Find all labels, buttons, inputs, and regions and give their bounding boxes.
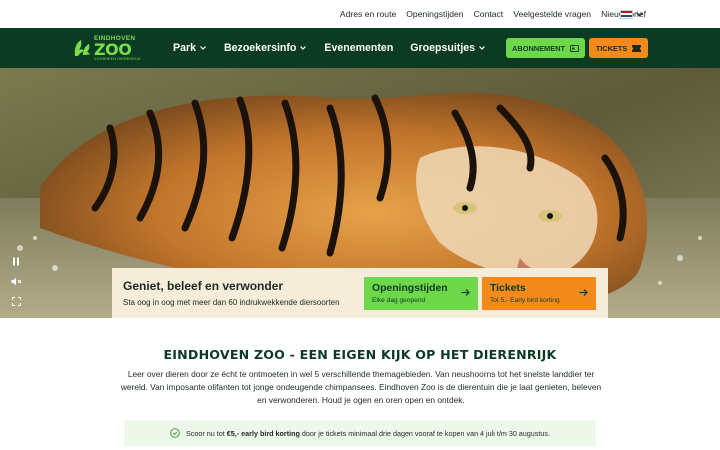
- promo-banner: Scoor nu tot €5,- early bird korting doo…: [124, 420, 596, 446]
- hero-tickets-button[interactable]: Tickets Tot 5,- Early bird korting: [482, 277, 596, 310]
- chevron-down-icon: [636, 11, 643, 17]
- opening-hours-button[interactable]: Openingstijden Elke dag geopend: [364, 277, 478, 310]
- nav-item-label: Park: [173, 42, 196, 54]
- hero-tickets-title: Tickets: [490, 283, 526, 294]
- tickets-button-label: TICKETS: [595, 43, 628, 53]
- arrow-right-icon: [579, 289, 588, 296]
- page-headline: EINDHOVEN ZOO - EEN EIGEN KIJK OP HET DI…: [163, 347, 557, 362]
- promo-text-pre: Scoor nu tot: [186, 428, 227, 438]
- nav-item-events[interactable]: Evenementen: [324, 42, 393, 54]
- language-selector[interactable]: [620, 9, 644, 19]
- membership-card-icon: [569, 44, 579, 52]
- chevron-down-icon: [300, 46, 307, 50]
- hero-card-title: Geniet, beleef en verwonder: [123, 279, 284, 293]
- pause-icon[interactable]: [9, 254, 23, 268]
- intro-paragraph: Leer over dieren door ze écht te ontmoet…: [120, 369, 602, 406]
- utility-bar: Adres en route Openingstijden Contact Ve…: [0, 0, 720, 28]
- zoo-logo-mark-icon: [74, 40, 90, 56]
- eindhoven-zoo-logo[interactable]: EINDHOVEN ZOO VOORHEEN DIERENRIJK: [72, 34, 146, 62]
- opening-hours-subtitle: Elke dag geopend: [372, 297, 426, 304]
- ticket-icon: [632, 44, 642, 52]
- utility-link-address[interactable]: Adres en route: [340, 9, 396, 19]
- main-header: EINDHOVEN ZOO VOORHEEN DIERENRIJK Park B…: [0, 28, 720, 68]
- nav-item-visitor-info[interactable]: Bezoekersinfo: [224, 42, 307, 54]
- nav-item-group-trips[interactable]: Groepsuitjes: [410, 42, 486, 54]
- nav-item-label: Evenementen: [324, 42, 394, 54]
- dutch-flag-icon: [620, 9, 633, 19]
- chevron-down-icon: [200, 46, 206, 50]
- utility-link-faq[interactable]: Veelgestelde vragen: [513, 9, 591, 19]
- promo-text-bold: €5,- early bird korting: [226, 428, 300, 438]
- fullscreen-icon[interactable]: [9, 294, 23, 308]
- arrow-right-icon: [461, 289, 470, 296]
- subscription-button[interactable]: ABONNEMENT: [506, 38, 585, 58]
- utility-link-contact[interactable]: Contact: [474, 9, 504, 19]
- nav-item-label: Bezoekersinfo: [223, 42, 297, 54]
- tickets-button[interactable]: TICKETS: [589, 38, 648, 58]
- promo-text-post: door je tickets minimaal drie dagen voor…: [299, 428, 550, 438]
- hero-info-card: Geniet, beleef en verwonder Sta oog in o…: [112, 268, 608, 318]
- opening-hours-title: Openingstijden: [372, 283, 448, 294]
- nav-item-park[interactable]: Park: [173, 42, 207, 54]
- chevron-down-icon: [479, 46, 485, 50]
- promo-text: Scoor nu tot €5,- early bird korting doo…: [186, 429, 550, 438]
- mute-icon[interactable]: [9, 274, 23, 288]
- logo-line-3: VOORHEEN DIERENRIJK: [94, 57, 141, 61]
- hero-tickets-subtitle: Tot 5,- Early bird korting: [490, 297, 560, 304]
- nav-item-label: Groepsuitjes: [410, 42, 476, 54]
- hero-card-subtitle: Sta oog in oog met meer dan 60 indrukwek…: [123, 298, 340, 307]
- main-nav: Park Bezoekersinfo Evenementen Groepsuit…: [173, 28, 503, 68]
- subscription-button-label: ABONNEMENT: [512, 43, 565, 53]
- utility-link-hours[interactable]: Openingstijden: [406, 9, 463, 19]
- check-circle-icon: [170, 428, 180, 438]
